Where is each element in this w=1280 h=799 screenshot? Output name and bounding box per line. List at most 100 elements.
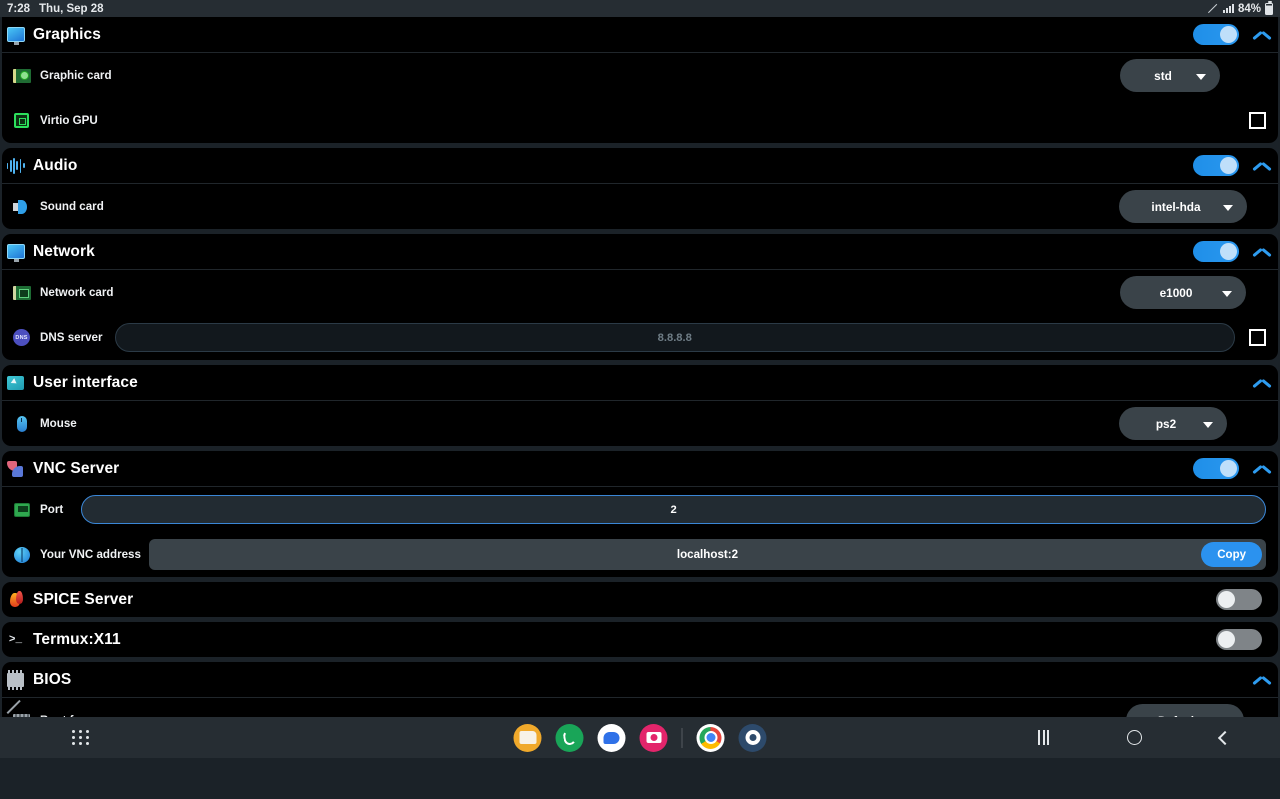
network-card-icon (12, 283, 31, 302)
row-network-card[interactable]: Network card e1000 (2, 270, 1278, 315)
signal-icon (1222, 4, 1234, 13)
section-title: User interface (33, 373, 138, 391)
vnc-address-value: localhost:2 (676, 548, 739, 561)
row-virtio-gpu[interactable]: Virtio GPU (2, 98, 1278, 143)
globe-icon (12, 545, 31, 564)
messages-app-icon[interactable] (597, 723, 626, 752)
section-title: VNC Server (33, 459, 120, 477)
bios-chip-icon (6, 669, 25, 690)
apps-grid-icon[interactable] (72, 729, 90, 746)
dns-server-checkbox[interactable] (1249, 329, 1266, 346)
section-user-interface: User interface Mouse ps2 (2, 365, 1278, 446)
status-date: Thu, Sep 28 (39, 2, 104, 15)
row-graphic-card[interactable]: Graphic card std (2, 53, 1278, 98)
vnc-server-toggle[interactable] (1193, 458, 1239, 479)
row-label: Graphic card (40, 69, 112, 82)
mouse-dropdown[interactable]: ps2 (1119, 407, 1227, 440)
graphics-card-icon (12, 66, 31, 85)
section-title: SPICE Server (33, 590, 134, 608)
dropdown-value: e1000 (1159, 285, 1193, 300)
row-mouse[interactable]: Mouse ps2 (2, 401, 1278, 446)
section-header-termux-x11[interactable]: >_ Termux:X11 (2, 622, 1278, 657)
section-audio: Audio Sound card intel-hda (2, 148, 1278, 229)
row-label: Your VNC address (40, 548, 141, 561)
home-icon[interactable] (1127, 730, 1142, 745)
row-label: Port (40, 503, 64, 516)
chevron-up-icon-user-interface[interactable] (1252, 373, 1272, 393)
flame-icon (6, 590, 25, 609)
spice-server-toggle[interactable] (1216, 589, 1262, 610)
settings-app-icon[interactable] (738, 723, 767, 752)
dropdown-value: std (1154, 68, 1172, 83)
sound-card-dropdown[interactable]: intel-hda (1119, 190, 1247, 223)
back-icon[interactable] (1217, 730, 1233, 745)
monitor-icon (6, 25, 25, 45)
section-vnc-server: VNC Server Port 2 Your VNC address local… (2, 451, 1278, 577)
audio-toggle[interactable] (1193, 155, 1239, 176)
section-header-spice-server[interactable]: SPICE Server (2, 582, 1278, 617)
section-header-vnc-server[interactable]: VNC Server (2, 451, 1278, 486)
ethernet-port-icon (12, 500, 31, 519)
recent-apps-icon[interactable] (1038, 730, 1049, 745)
row-port[interactable]: Port 2 (2, 487, 1278, 532)
section-network: Network Network card e1000 DNS DNS serve… (2, 234, 1278, 360)
row-label: DNS server (40, 331, 103, 344)
network-toggle[interactable] (1193, 241, 1239, 262)
settings-scroll-area[interactable]: Graphics Graphic card std Virtio GPU Aud… (0, 17, 1280, 758)
section-header-user-interface[interactable]: User interface (2, 365, 1278, 400)
row-label: Virtio GPU (40, 114, 98, 127)
dns-icon: DNS (12, 328, 31, 347)
section-header-network[interactable]: Network (2, 234, 1278, 269)
camera-app-icon[interactable] (639, 723, 668, 752)
row-dns-server[interactable]: DNS DNS server 8.8.8.8 (2, 315, 1278, 360)
copy-button[interactable]: Copy (1201, 542, 1262, 567)
app-dock (513, 723, 767, 752)
dns-server-input[interactable]: 8.8.8.8 (114, 323, 1235, 352)
chevron-up-icon-audio[interactable] (1252, 156, 1272, 176)
section-title: BIOS (33, 670, 72, 688)
section-title: Termux:X11 (33, 630, 121, 648)
section-title: Audio (33, 156, 78, 174)
files-app-icon[interactable] (513, 723, 542, 752)
chevron-down-icon (1223, 204, 1233, 211)
row-label: Mouse (40, 417, 77, 430)
chevron-up-icon-network[interactable] (1252, 242, 1272, 262)
status-bar: 7:28 Thu, Sep 28 84% (0, 0, 1280, 17)
termux-x11-toggle[interactable] (1216, 629, 1262, 650)
network-card-dropdown[interactable]: e1000 (1120, 276, 1246, 309)
chevron-up-icon-vnc-server[interactable] (1252, 459, 1272, 479)
section-header-graphics[interactable]: Graphics (2, 17, 1278, 52)
chevron-up-icon-bios[interactable] (1252, 670, 1272, 690)
row-label: Sound card (40, 200, 104, 213)
edit-pencil-icon (8, 700, 24, 716)
chevron-down-icon (1196, 73, 1206, 80)
graphics-toggle[interactable] (1193, 24, 1239, 45)
virtio-gpu-checkbox[interactable] (1249, 112, 1266, 129)
section-title: Network (33, 242, 95, 260)
chevron-down-icon (1203, 421, 1213, 428)
row-label: Network card (40, 286, 114, 299)
status-bar-right: 84% (1209, 0, 1273, 15)
waveform-icon (6, 156, 25, 175)
dropdown-value: ps2 (1155, 416, 1177, 431)
row-vnc-address[interactable]: Your VNC address localhost:2 Copy (2, 532, 1278, 577)
dock-separator (681, 727, 683, 748)
phone-app-icon[interactable] (555, 723, 584, 752)
vnc-icon (6, 459, 25, 478)
section-header-audio[interactable]: Audio (2, 148, 1278, 183)
chrome-app-icon[interactable] (696, 723, 725, 752)
dropdown-value: intel-hda (1151, 199, 1201, 214)
android-navigation-bar (0, 717, 1280, 758)
status-time: 7:28 (7, 2, 31, 15)
vnc-port-input[interactable]: 2 (81, 495, 1266, 524)
battery-percent: 84% (1237, 2, 1261, 15)
speaker-icon (12, 197, 31, 216)
chip-icon (12, 111, 31, 130)
row-sound-card[interactable]: Sound card intel-hda (2, 184, 1278, 229)
section-spice-server: SPICE Server (2, 582, 1278, 617)
monitor-icon (6, 242, 25, 262)
section-header-bios[interactable]: BIOS (2, 662, 1278, 697)
chevron-up-icon-graphics[interactable] (1252, 25, 1272, 45)
section-graphics: Graphics Graphic card std Virtio GPU (2, 17, 1278, 143)
graphic-card-dropdown[interactable]: std (1120, 59, 1220, 92)
